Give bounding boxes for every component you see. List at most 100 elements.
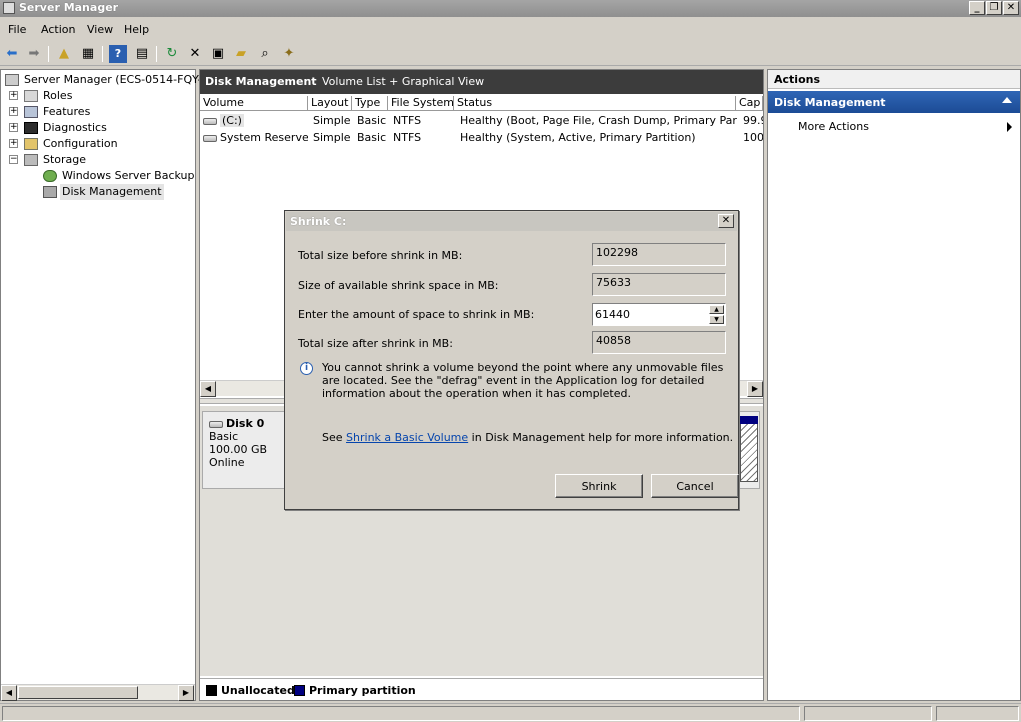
close-window-button[interactable]: ✕ bbox=[1003, 1, 1019, 15]
scroll-right-icon[interactable]: ▶ bbox=[178, 685, 194, 701]
center-subtitle: Volume List + Graphical View bbox=[322, 75, 485, 88]
legend-primary-partition: Primary partition bbox=[309, 684, 416, 697]
back-arrow-icon[interactable]: ⬅ bbox=[3, 45, 21, 63]
settings-icon[interactable]: ✦ bbox=[280, 45, 298, 63]
minimize-button[interactable]: _ bbox=[969, 1, 985, 15]
primary-partition-swatch bbox=[294, 685, 305, 696]
actions-section-disk-management[interactable]: Disk Management bbox=[768, 91, 1020, 113]
open-icon[interactable]: ▰ bbox=[232, 45, 250, 63]
help-icon[interactable]: ? bbox=[109, 45, 127, 63]
column-status[interactable]: Status bbox=[454, 96, 736, 111]
refresh-icon[interactable]: ↻ bbox=[163, 45, 181, 63]
disk-icon bbox=[209, 420, 223, 428]
shrink-dialog: Shrink C: ✕ Total size before shrink in … bbox=[284, 210, 739, 510]
tree-item-label: Windows Server Backup bbox=[62, 169, 195, 182]
center-title: Disk Management bbox=[205, 75, 317, 88]
dialog-title-bar[interactable]: Shrink C: ✕ bbox=[286, 212, 737, 231]
shrink-amount-label: Enter the amount of space to shrink in M… bbox=[298, 308, 535, 321]
capacity-cell: 100 bbox=[743, 131, 763, 144]
features-icon bbox=[24, 106, 38, 118]
status-panel-2 bbox=[804, 706, 932, 721]
scroll-right-icon[interactable]: ▶ bbox=[747, 381, 763, 397]
column-capacity[interactable]: Cap bbox=[736, 96, 763, 111]
diagnostics-icon bbox=[24, 122, 38, 134]
capacity-cell: 99.9 bbox=[743, 114, 763, 127]
more-actions-label: More Actions bbox=[798, 120, 869, 133]
layout-cell: Simple bbox=[313, 131, 351, 144]
action-pane-icon[interactable]: ▤ bbox=[133, 45, 151, 63]
scroll-left-icon[interactable]: ◀ bbox=[1, 685, 17, 701]
spin-down-icon[interactable]: ▼ bbox=[709, 315, 724, 324]
column-type[interactable]: Type bbox=[352, 96, 388, 111]
info-icon: i bbox=[300, 362, 313, 375]
forward-arrow-icon[interactable]: ➡ bbox=[25, 45, 43, 63]
total-before-label: Total size before shrink in MB: bbox=[298, 249, 463, 262]
collapse-up-icon[interactable] bbox=[1002, 97, 1012, 103]
tree-horizontal-scrollbar[interactable]: ◀ ▶ bbox=[1, 684, 195, 701]
backup-icon bbox=[43, 170, 57, 182]
menu-help[interactable]: Help bbox=[124, 23, 149, 36]
submenu-arrow-icon bbox=[1007, 122, 1012, 132]
close-icon[interactable]: ✕ bbox=[718, 214, 734, 228]
type-cell: Basic bbox=[357, 114, 387, 127]
type-cell: Basic bbox=[357, 131, 387, 144]
scroll-left-icon[interactable]: ◀ bbox=[200, 381, 216, 397]
up-folder-icon[interactable]: ▲ bbox=[55, 45, 73, 63]
status-cell: Healthy (System, Active, Primary Partiti… bbox=[460, 131, 696, 144]
shrink-amount-stepper[interactable]: ▲ ▼ bbox=[592, 303, 726, 326]
help-suffix: in Disk Management help for more informa… bbox=[471, 431, 734, 444]
status-bar bbox=[0, 703, 1021, 722]
restore-button[interactable]: ❐ bbox=[986, 1, 1002, 15]
shrink-help-link[interactable]: Shrink a Basic Volume bbox=[346, 431, 468, 444]
legend-unallocated: Unallocated bbox=[221, 684, 295, 697]
delete-icon[interactable]: ✕ bbox=[186, 45, 204, 63]
fs-cell: NTFS bbox=[393, 131, 422, 144]
available-shrink-label: Size of available shrink space in MB: bbox=[298, 279, 499, 292]
menu-action[interactable]: Action bbox=[41, 23, 75, 36]
actions-title: Actions bbox=[768, 70, 1020, 89]
column-volume[interactable]: Volume bbox=[200, 96, 308, 111]
legend: Unallocated Primary partition bbox=[200, 678, 763, 700]
properties-icon[interactable]: ▣ bbox=[209, 45, 227, 63]
partition-block[interactable] bbox=[740, 416, 758, 482]
cancel-button[interactable]: Cancel bbox=[651, 474, 739, 498]
tree-item-label: Storage bbox=[43, 153, 87, 166]
fs-cell: NTFS bbox=[393, 114, 422, 127]
status-panel-main bbox=[2, 706, 800, 721]
scroll-thumb[interactable] bbox=[18, 686, 138, 699]
show-hide-console-tree-icon[interactable]: ▦ bbox=[79, 45, 97, 63]
help-prefix: See bbox=[322, 431, 343, 444]
configuration-icon bbox=[24, 138, 38, 150]
shrink-button[interactable]: Shrink bbox=[555, 474, 643, 498]
menu-bar: File Action View Help bbox=[0, 19, 1021, 40]
disk-type: Basic bbox=[209, 430, 239, 443]
menu-view[interactable]: View bbox=[87, 23, 113, 36]
layout-cell: Simple bbox=[313, 114, 351, 127]
expander-icon[interactable]: + bbox=[9, 139, 18, 148]
shrink-amount-input[interactable] bbox=[595, 306, 707, 323]
expander-icon[interactable]: + bbox=[9, 107, 18, 116]
expander-icon[interactable]: + bbox=[9, 123, 18, 132]
table-row[interactable]: System Reserved Simple Basic NTFS Health… bbox=[200, 130, 763, 146]
server-manager-icon bbox=[3, 2, 15, 14]
dialog-title: Shrink C: bbox=[290, 215, 347, 228]
status-panel-3 bbox=[936, 706, 1019, 721]
status-cell: Healthy (Boot, Page File, Crash Dump, Pr… bbox=[460, 114, 737, 127]
info-text: You cannot shrink a volume beyond the po… bbox=[322, 361, 724, 400]
disk-state: Online bbox=[209, 456, 245, 469]
disk-name: Disk 0 bbox=[226, 417, 265, 430]
column-layout[interactable]: Layout bbox=[308, 96, 352, 111]
more-actions-item[interactable]: More Actions bbox=[768, 118, 1020, 136]
spin-up-icon[interactable]: ▲ bbox=[709, 305, 724, 314]
help-line: See Shrink a Basic Volume in Disk Manage… bbox=[322, 431, 733, 444]
available-shrink-field: 75633 bbox=[592, 273, 726, 296]
search-icon[interactable]: ⌕ bbox=[256, 45, 274, 63]
table-row[interactable]: (C:) Simple Basic NTFS Healthy (Boot, Pa… bbox=[200, 113, 763, 129]
tree-root-label: Server Manager (ECS-0514-FQY-00 bbox=[24, 73, 216, 86]
expander-icon[interactable]: − bbox=[9, 155, 18, 164]
expander-icon[interactable]: + bbox=[9, 91, 18, 100]
tree-item-label: Roles bbox=[43, 89, 73, 102]
tree-item-label: Diagnostics bbox=[43, 121, 107, 134]
column-file-system[interactable]: File System bbox=[388, 96, 454, 111]
menu-file[interactable]: File bbox=[8, 23, 26, 36]
